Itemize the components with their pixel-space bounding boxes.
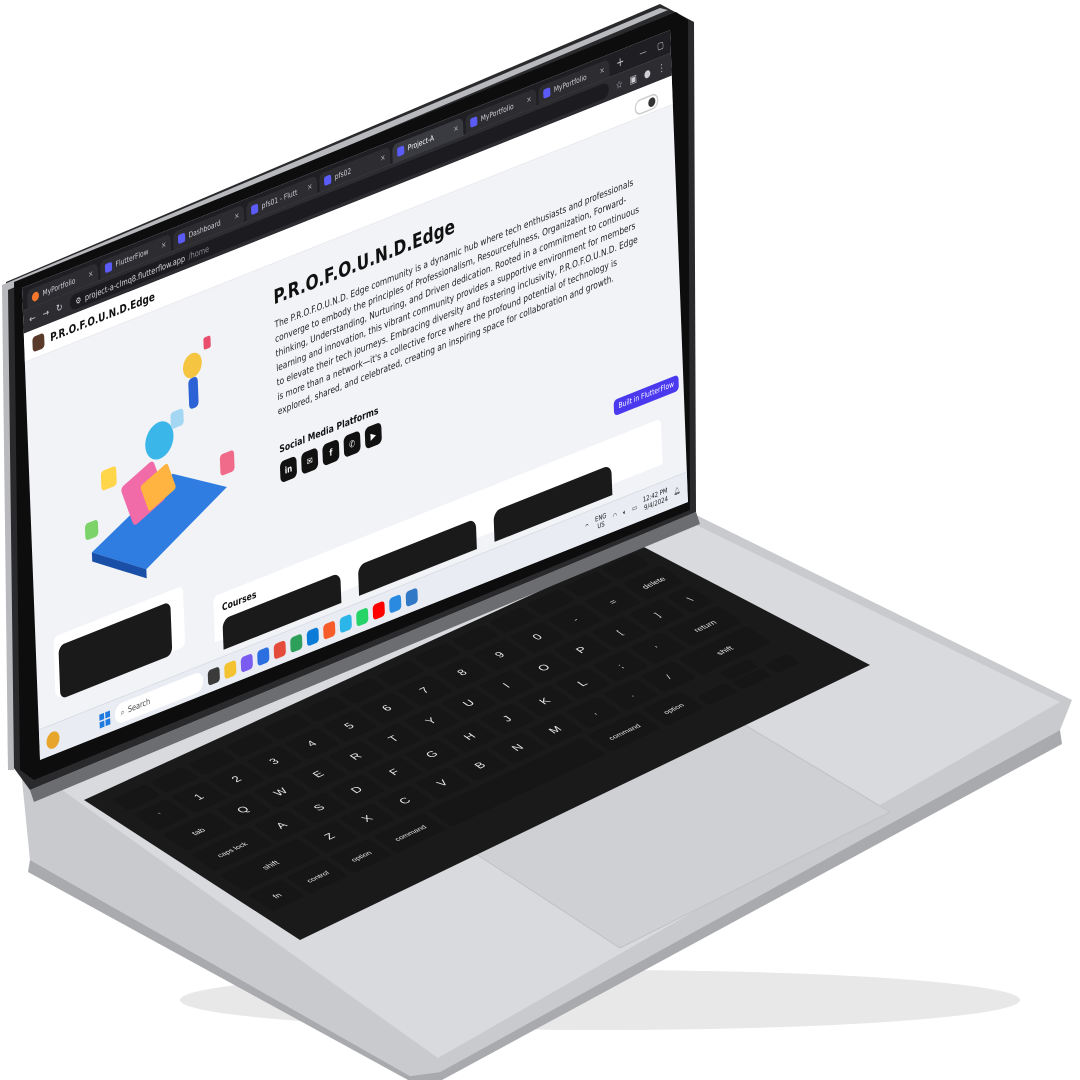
minimize-icon[interactable]: —	[639, 46, 646, 59]
flutterflow-icon	[397, 145, 405, 158]
notification-bell-icon[interactable]: 🔔︎	[673, 486, 680, 496]
volume-icon[interactable]: 🔈︎	[623, 508, 626, 517]
app-icon[interactable]	[290, 632, 303, 653]
close-tab-icon[interactable]: ✕	[234, 211, 239, 221]
copilot-icon[interactable]	[240, 652, 253, 673]
weather-icon[interactable]	[46, 728, 60, 751]
extensions-icon[interactable]: ▣	[629, 72, 637, 86]
app-logo	[32, 332, 45, 353]
hero-illustration	[84, 335, 235, 579]
back-icon[interactable]: ←	[29, 312, 36, 326]
flutterflow-badge[interactable]: Built in FlutterFlow	[613, 374, 679, 417]
battery-icon[interactable]: ▭	[632, 503, 637, 513]
office-icon[interactable]	[323, 619, 336, 640]
flutterflow-icon	[104, 261, 113, 274]
whatsapp-icon[interactable]: ✆	[343, 430, 361, 459]
linkedin-icon[interactable]: in	[279, 455, 298, 484]
store-icon[interactable]	[257, 646, 270, 666]
profile-avatar[interactable]: ●	[644, 67, 651, 81]
chrome-icon[interactable]	[273, 639, 286, 660]
whatsapp-app-icon[interactable]	[356, 606, 369, 627]
tray-chevron-icon[interactable]: ^	[585, 522, 590, 531]
close-tab-icon[interactable]: ✕	[161, 240, 166, 250]
email-icon[interactable]: ✉	[301, 447, 319, 475]
search-icon: ⌕	[120, 706, 125, 718]
youtube-app-icon[interactable]	[372, 600, 385, 621]
telegram-icon[interactable]	[389, 593, 402, 614]
close-tab-icon[interactable]: ✕	[380, 153, 385, 163]
windows-start-icon[interactable]	[99, 710, 111, 729]
close-tab-icon[interactable]: ✕	[307, 182, 312, 192]
site-info-icon[interactable]: ⚙	[75, 294, 81, 306]
wifi-icon[interactable]: ◠	[612, 511, 617, 520]
menu-icon[interactable]: ⋮	[658, 61, 666, 75]
flutterflow-icon	[177, 232, 186, 245]
flutterflow-icon	[470, 116, 478, 129]
vscode-icon[interactable]	[405, 586, 418, 607]
new-tab-button[interactable]: +	[611, 51, 629, 72]
flutterflow-icon	[543, 86, 551, 99]
clock[interactable]: 12:42 PM 9/4/2024	[643, 487, 668, 514]
laptop-scene: ` 1 2 3 4 5 6 7 8 9 0- = delete tab Q W E R T Y U I O P[] \ caps …	[0, 0, 1080, 1080]
flutterflow-icon	[250, 203, 259, 216]
file-explorer-icon[interactable]	[224, 659, 237, 680]
settings-icon[interactable]	[339, 613, 352, 634]
taskview-icon[interactable]	[207, 665, 220, 686]
youtube-icon[interactable]: ▶	[364, 421, 382, 450]
close-tab-icon[interactable]: ✕	[526, 95, 531, 105]
maximize-icon[interactable]: ▢	[657, 39, 664, 52]
close-tab-icon[interactable]: ✕	[599, 66, 604, 76]
forward-icon[interactable]: →	[42, 306, 49, 320]
close-tab-icon[interactable]: ✕	[453, 124, 458, 134]
reload-icon[interactable]: ↻	[56, 301, 63, 315]
bookmark-star-icon[interactable]: ☆	[616, 78, 623, 92]
firefox-icon	[31, 290, 40, 303]
facebook-icon[interactable]: f	[322, 438, 340, 467]
flutterflow-icon	[323, 174, 332, 187]
close-tab-icon[interactable]: ✕	[88, 269, 93, 279]
edge-icon[interactable]	[306, 626, 319, 647]
language-indicator[interactable]: ENG US	[595, 512, 607, 532]
